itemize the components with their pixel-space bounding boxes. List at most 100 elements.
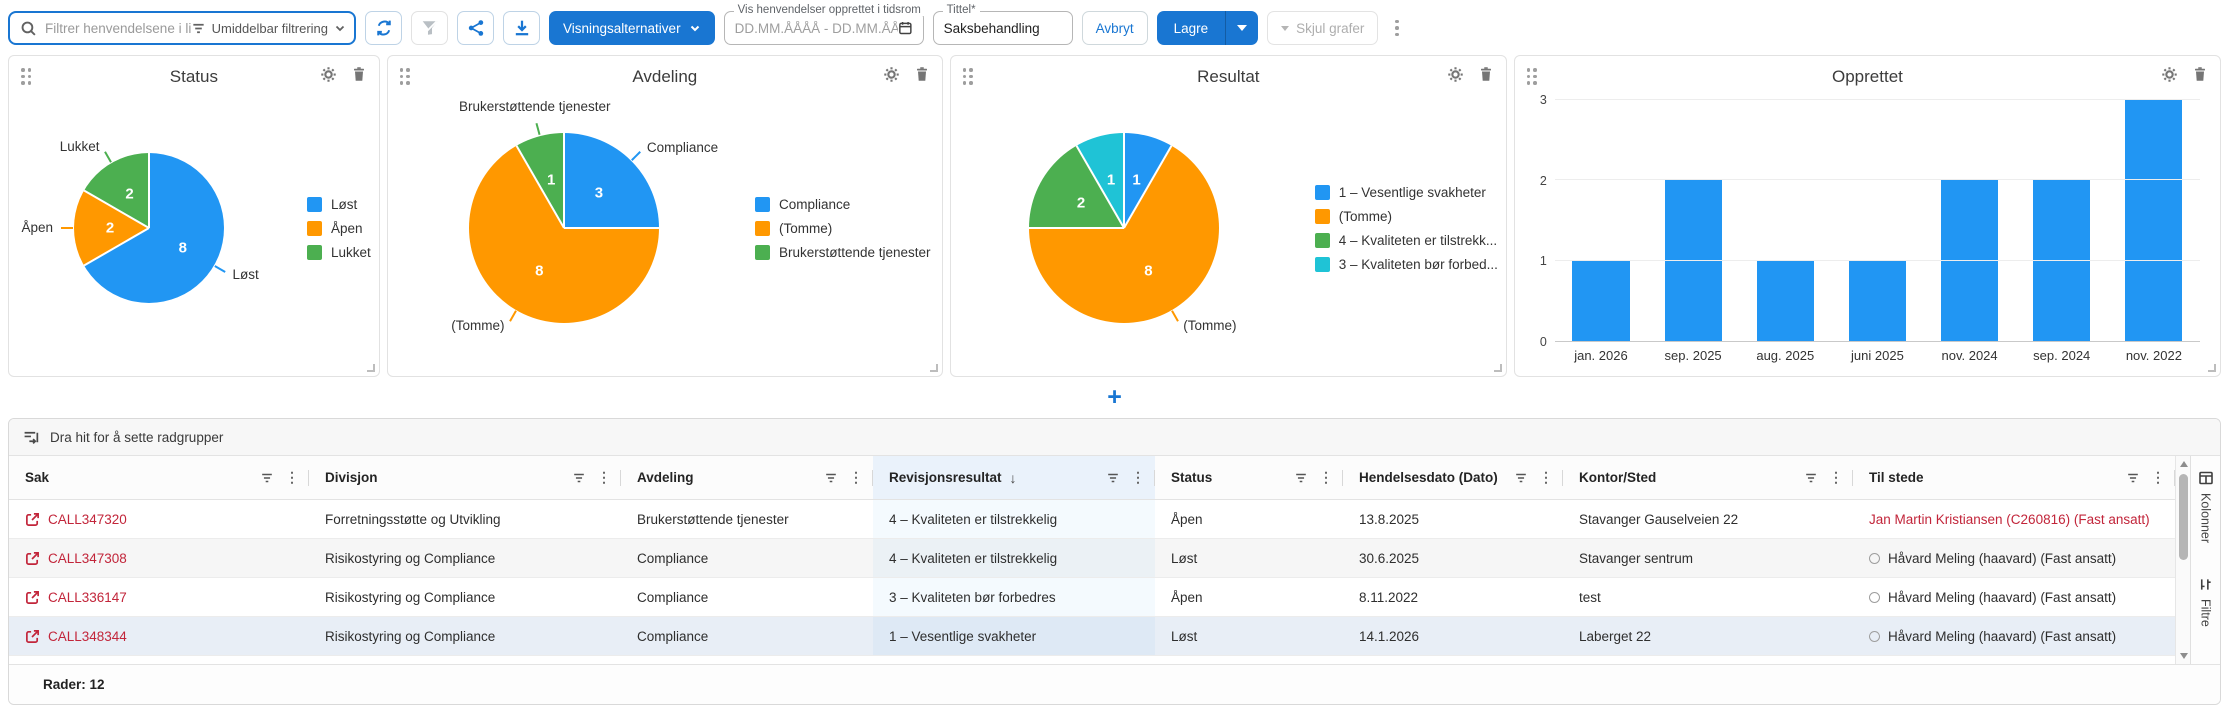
trash-icon[interactable] [2192,66,2208,83]
bar-chart[interactable]: 0 1 2 3 jan. 2026 sep. 2025 aug. 2025 juni 202… [1521,90,2214,370]
bar[interactable] [1664,180,1722,341]
trash-icon[interactable] [351,66,367,83]
chart-title: Status [169,67,218,86]
filter-mode-select[interactable]: Umiddelbar filtrering [191,21,346,36]
scroll-down-arrow[interactable] [2179,653,2188,659]
column-menu-icon[interactable]: ⋮ [597,469,611,486]
title-input[interactable] [943,20,1062,36]
search-box[interactable]: Umiddelbar filtrering [8,11,356,45]
drag-handle-icon[interactable] [962,68,974,85]
table-cell-kontor: test [1563,578,1853,616]
toolbar-kebab-menu[interactable] [1387,16,1407,41]
column-header-til_stede[interactable]: Til stede ⋮ [1853,456,2175,499]
save-dropdown-button[interactable] [1225,11,1258,45]
open-case-icon[interactable] [25,590,40,605]
resize-handle[interactable] [1493,364,1502,372]
cell-text: 4 – Kvaliteten er tilstrekkelig [889,550,1058,566]
gear-icon[interactable] [2161,66,2178,83]
search-input[interactable] [45,20,191,36]
table-row[interactable]: CALL347308 Risikostyring og Compliance Com… [9,539,2175,578]
date-range-field[interactable]: Vis henvendelser opprettet i tidsrom [723,4,925,45]
calendar-icon[interactable] [898,20,913,36]
scroll-up-arrow[interactable] [2179,461,2188,467]
resize-handle[interactable] [2208,364,2216,372]
scroll-thumb[interactable] [2179,474,2188,560]
column-menu-icon[interactable]: ⋮ [1131,469,1145,486]
grid-table: Sak ⋮ Divisjon ⋮ Avdeling ⋮ Revisjonsresultat ↓… [9,456,2175,664]
save-button[interactable]: Lagre [1157,11,1226,45]
bar[interactable] [1941,180,1999,341]
column-menu-icon[interactable]: ⋮ [285,469,299,486]
cell-text: test [1579,589,1601,605]
row-group-dropzone[interactable]: Dra hit for å sette radgrupper [9,419,2220,456]
case-link[interactable]: CALL347308 [48,551,127,566]
legend-swatch [307,196,322,212]
gear-icon[interactable] [1447,66,1464,83]
bar[interactable] [1572,260,1630,341]
refresh-button[interactable] [365,11,402,45]
download-button[interactable] [503,11,540,45]
table-row[interactable]: CALL348344 Risikostyring og Compliance Com… [9,617,2175,656]
resize-handle[interactable] [929,364,938,372]
column-menu-icon[interactable]: ⋮ [1319,469,1333,486]
side-panel-tabs: Kolonner Filtre [2190,456,2220,664]
column-header-revisjonsresultat[interactable]: Revisjonsresultat ↓ ⋮ [873,456,1155,499]
column-header-kontor[interactable]: Kontor/Sted ⋮ [1563,456,1853,499]
bar[interactable] [1848,260,1906,341]
hide-charts-button[interactable]: Skjul grafer [1267,11,1379,45]
column-menu-icon[interactable]: ⋮ [849,469,863,486]
clear-filter-button[interactable] [411,11,448,45]
column-filter-icon[interactable] [1804,471,1818,485]
bar-slot [2108,100,2200,341]
case-link[interactable]: CALL348344 [48,629,127,644]
trash-icon[interactable] [914,66,930,83]
gear-icon[interactable] [320,66,337,83]
drag-handle-icon[interactable] [1526,68,1538,85]
column-filter-icon[interactable] [1294,471,1308,485]
bar[interactable] [2125,100,2183,341]
chart-legend: Løst Åpen Lukket [307,196,371,260]
vertical-scrollbar[interactable] [2175,456,2190,664]
table-row[interactable]: CALL347320 Forretningsstøtte og Utvikling… [9,500,2175,539]
cancel-button[interactable]: Avbryt [1081,11,1148,45]
tab-filtre[interactable]: Filtre [2198,577,2213,627]
column-header-sak[interactable]: Sak ⋮ [9,456,309,499]
column-filter-icon[interactable] [1106,471,1120,485]
open-case-icon[interactable] [25,512,40,527]
drag-handle-icon[interactable] [399,68,411,85]
column-filter-icon[interactable] [260,471,274,485]
column-header-status[interactable]: Status ⋮ [1155,456,1343,499]
column-filter-icon[interactable] [2126,471,2140,485]
bar[interactable] [2033,180,2091,341]
cell-text: 4 – Kvaliteten er tilstrekkelig [889,511,1058,527]
column-filter-icon[interactable] [572,471,586,485]
drag-handle-icon[interactable] [21,68,32,85]
share-button[interactable] [457,11,494,45]
x-tick-label: nov. 2022 [2125,347,2182,363]
column-menu-icon[interactable]: ⋮ [1539,469,1553,486]
open-case-icon[interactable] [25,629,40,644]
date-range-input[interactable] [734,20,898,36]
add-chart-button[interactable]: + [1097,383,1132,412]
column-filter-icon[interactable] [824,471,838,485]
gear-icon[interactable] [883,66,900,83]
case-link[interactable]: CALL336147 [48,590,127,605]
table-row[interactable]: CALL336147 Risikostyring og Compliance Com… [9,578,2175,617]
open-case-icon[interactable] [25,551,40,566]
column-filter-icon[interactable] [1514,471,1528,485]
pie-chart[interactable]: 8 2 2 Løst Åpen Lukket [17,109,281,347]
column-header-hendelsesdato[interactable]: Hendelsesdato (Dato) ⋮ [1343,456,1563,499]
pie-chart[interactable]: 1 8 2 1 (Tomme) [959,92,1289,364]
title-field[interactable]: Tittel* [932,4,1073,45]
pie-chart[interactable]: 3 8 1 Compliance (Tomme) Brukerstøttende tjen… [399,92,729,364]
column-header-divisjon[interactable]: Divisjon ⋮ [309,456,621,499]
column-menu-icon[interactable]: ⋮ [2151,469,2165,486]
tab-kolonner[interactable]: Kolonner [2198,470,2214,543]
column-header-avdeling[interactable]: Avdeling ⋮ [621,456,873,499]
view-options-button[interactable]: Visningsalternativer [549,11,715,45]
column-menu-icon[interactable]: ⋮ [1829,469,1843,486]
bar[interactable] [1756,260,1814,341]
trash-icon[interactable] [1478,66,1494,83]
resize-handle[interactable] [366,364,375,372]
case-link[interactable]: CALL347320 [48,512,127,527]
